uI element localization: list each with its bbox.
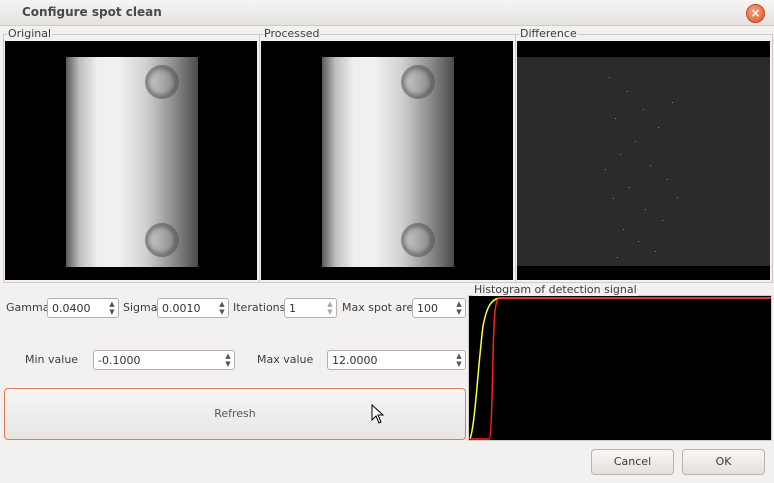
title-bar: Configure spot clean × (0, 0, 774, 26)
processed-hole-top (401, 65, 435, 99)
processed-image (261, 41, 513, 280)
sigma-stepper-icon[interactable]: ▲ ▼ (217, 300, 227, 316)
difference-image (517, 41, 770, 280)
histogram-red-curve (470, 297, 771, 440)
histogram-plot (469, 296, 771, 440)
max-spot-area-value: 100 (417, 302, 438, 315)
close-icon[interactable]: × (746, 4, 765, 23)
sigma-spinbox[interactable]: 0.0010 ▲ ▼ (157, 298, 229, 318)
max-spot-area-stepper-icon[interactable]: ▲ ▼ (454, 300, 464, 316)
max-spot-area-label: Max spot area (342, 301, 421, 314)
difference-map (517, 57, 770, 266)
difference-label: Difference (519, 27, 578, 40)
processed-label: Processed (263, 27, 321, 40)
window-title: Configure spot clean (22, 5, 162, 19)
iterations-label: Iterations (233, 301, 286, 314)
refresh-button[interactable]: Refresh (4, 388, 466, 440)
histogram-curves (469, 297, 771, 440)
max-value-stepper-icon[interactable]: ▲ ▼ (454, 352, 464, 368)
sigma-value: 0.0010 (162, 302, 201, 315)
gamma-label: Gamma (6, 301, 50, 314)
gamma-spinbox[interactable]: 0.0400 ▲ ▼ (47, 298, 119, 318)
ok-button[interactable]: OK (682, 449, 765, 475)
iterations-spinbox[interactable]: 1 ▲ ▼ (284, 298, 337, 318)
original-label: Original (7, 27, 53, 40)
iterations-stepper-icon[interactable]: ▲ ▼ (325, 300, 335, 316)
gamma-value: 0.0400 (52, 302, 91, 315)
min-value-label: Min value (25, 353, 79, 366)
original-image (5, 41, 257, 280)
max-value-label: Max value (257, 353, 314, 366)
original-hole-bottom (145, 223, 179, 257)
cancel-button[interactable]: Cancel (591, 449, 674, 475)
histogram-yellow-curve (469, 297, 771, 440)
histogram-title: Histogram of detection signal (473, 283, 638, 296)
max-spot-area-spinbox[interactable]: 100 ▲ ▼ (412, 298, 466, 318)
min-value-stepper-icon[interactable]: ▲ ▼ (223, 352, 233, 368)
processed-hole-bottom (401, 223, 435, 257)
iterations-value: 1 (289, 302, 296, 315)
gamma-stepper-icon[interactable]: ▲ ▼ (107, 300, 117, 316)
original-hole-top (145, 65, 179, 99)
mouse-pointer-icon (371, 404, 385, 424)
min-value-value: -0.1000 (98, 354, 141, 367)
max-value-spinbox[interactable]: 12.0000 ▲ ▼ (327, 350, 466, 370)
min-value-spinbox[interactable]: -0.1000 ▲ ▼ (93, 350, 235, 370)
max-value-value: 12.0000 (332, 354, 378, 367)
sigma-label: Sigma (123, 301, 158, 314)
